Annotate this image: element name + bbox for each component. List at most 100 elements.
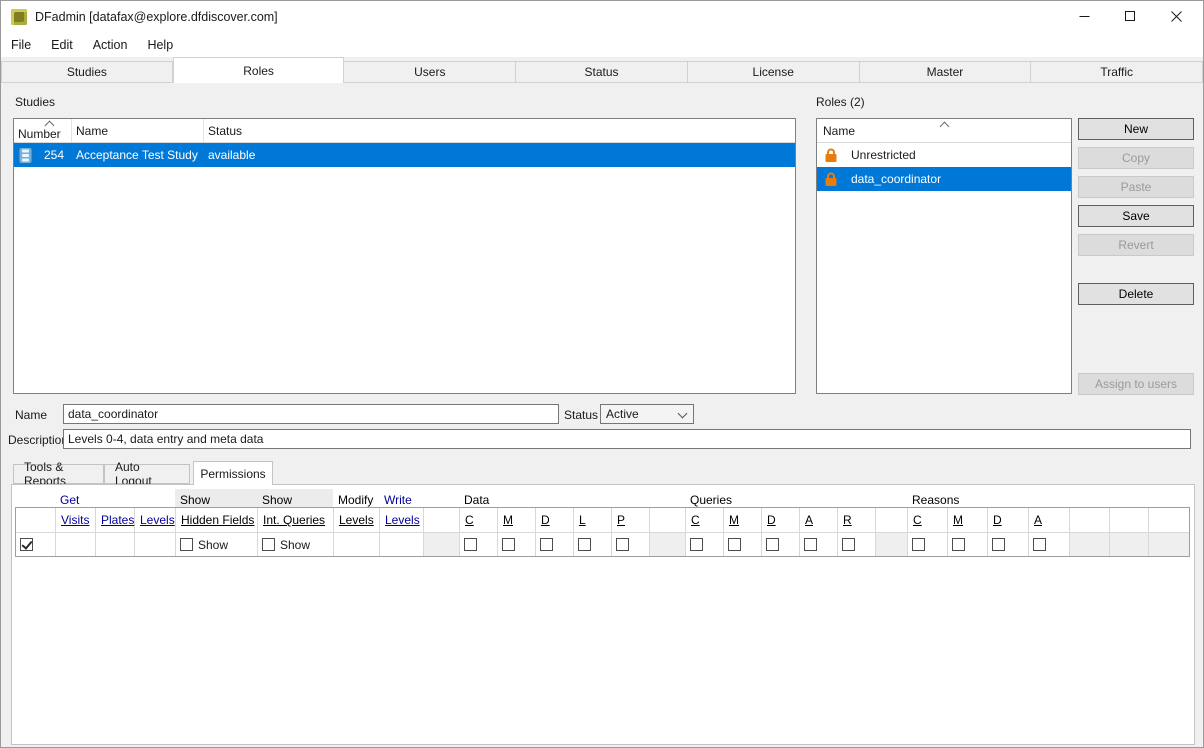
perm-cell-queries-r (838, 533, 876, 556)
perm-header-cell-get-plates: Plates (96, 508, 135, 533)
tab-roles[interactable]: Roles (173, 57, 345, 83)
perm-checkbox-reasons-c[interactable] (912, 538, 925, 551)
revert-button[interactable]: Revert (1078, 234, 1194, 256)
perm-link-queries-r[interactable]: R (843, 513, 852, 527)
subtab-tools-reports[interactable]: Tools & Reports (13, 464, 104, 484)
perm-header-cell-queries-c: C (686, 508, 724, 533)
perm-header-cell-get-levels: Levels (135, 508, 176, 533)
perm-link-reasons-a[interactable]: A (1034, 513, 1042, 527)
perm-link-reasons-m[interactable]: M (953, 513, 963, 527)
perm-link-data-c[interactable]: C (465, 513, 474, 527)
studies-col-name[interactable]: Name (72, 119, 204, 142)
description-label: Description (8, 433, 68, 447)
save-button[interactable]: Save (1078, 205, 1194, 227)
lock-icon (823, 147, 839, 163)
menu-edit[interactable]: Edit (41, 33, 83, 57)
tab-users[interactable]: Users (344, 61, 516, 83)
perm-checkbox-data-m[interactable] (502, 538, 515, 551)
perm-header-cell-sep-1 (424, 508, 460, 533)
menu-bar: File Edit Action Help (1, 33, 1203, 57)
studies-col-status[interactable]: Status (204, 119, 795, 142)
perm-checkbox-queries-a[interactable] (804, 538, 817, 551)
tab-license[interactable]: License (688, 61, 860, 83)
perm-checkbox-reasons-a[interactable] (1033, 538, 1046, 551)
perm-header-cell-queries-a: A (800, 508, 838, 533)
window-controls (1061, 1, 1199, 33)
perm-link-data-m[interactable]: M (503, 513, 513, 527)
perm-link-data-d[interactable]: D (541, 513, 550, 527)
perm-show-checkbox-show-hidden-fields[interactable] (180, 538, 193, 551)
perm-checkbox-data-l[interactable] (578, 538, 591, 551)
perm-group-cell-get-levels (134, 489, 175, 507)
study-row[interactable]: 254 Acceptance Test Study available (14, 143, 795, 167)
paste-button[interactable]: Paste (1078, 176, 1194, 198)
copy-button[interactable]: Copy (1078, 147, 1194, 169)
perm-checkbox-data-d[interactable] (540, 538, 553, 551)
assign-to-users-button[interactable]: Assign to users (1078, 373, 1194, 395)
perm-cell-show-hidden-fields: Show (176, 533, 258, 556)
perm-checkbox-queries-r[interactable] (842, 538, 855, 551)
app-icon (11, 9, 27, 25)
perm-group-get: Get (60, 493, 79, 507)
menu-file[interactable]: File (1, 33, 41, 57)
perm-link-show-int-queries[interactable]: Int. Queries (263, 513, 325, 527)
perm-link-queries-d[interactable]: D (767, 513, 776, 527)
tab-traffic[interactable]: Traffic (1031, 61, 1203, 83)
perm-link-queries-c[interactable]: C (691, 513, 700, 527)
roles-col-name[interactable]: Name (817, 119, 1071, 143)
perm-link-modify-levels[interactable]: Levels (339, 513, 374, 527)
tab-status[interactable]: Status (516, 61, 688, 83)
minimize-button[interactable] (1061, 1, 1107, 31)
tab-master[interactable]: Master (860, 61, 1032, 83)
perm-link-get-levels[interactable]: Levels (140, 513, 175, 527)
permissions-panel: GetShowShowModifyWriteDataQueriesReasons… (11, 484, 1195, 745)
studies-col-number[interactable]: Number (14, 119, 72, 142)
perm-group-cell-queries-c: Queries (685, 489, 723, 507)
perm-cell-queries-d (762, 533, 800, 556)
new-button[interactable]: New (1078, 118, 1194, 140)
tab-studies[interactable]: Studies (1, 61, 173, 83)
maximize-button[interactable] (1107, 1, 1153, 31)
perm-group-modify: Modify (338, 493, 373, 507)
perm-show-checkbox-show-int-queries[interactable] (262, 538, 275, 551)
perm-link-show-hidden-fields[interactable]: Hidden Fields (181, 513, 254, 527)
perm-row-select-checkbox[interactable] (20, 538, 33, 551)
perm-link-data-l[interactable]: L (579, 513, 586, 527)
perm-cell-trail-3 (1149, 533, 1189, 556)
role-row-unrestricted[interactable]: Unrestricted (817, 143, 1071, 167)
perm-checkbox-reasons-d[interactable] (992, 538, 1005, 551)
perm-link-reasons-c[interactable]: C (913, 513, 922, 527)
perm-checkbox-queries-c[interactable] (690, 538, 703, 551)
subtab-permissions[interactable]: Permissions (193, 461, 273, 485)
perm-cell-reasons-m (948, 533, 988, 556)
menu-help[interactable]: Help (137, 33, 183, 57)
subtab-auto-logout[interactable]: Auto Logout (104, 464, 190, 484)
perm-header-cell-data-p: P (612, 508, 650, 533)
perm-cell-get-levels (135, 533, 176, 556)
perm-group-cell-get-plates (95, 489, 134, 507)
perm-link-queries-m[interactable]: M (729, 513, 739, 527)
lock-icon (823, 171, 839, 187)
perm-link-data-p[interactable]: P (617, 513, 625, 527)
close-button[interactable] (1153, 1, 1199, 31)
perm-checkbox-data-p[interactable] (616, 538, 629, 551)
name-input[interactable] (63, 404, 559, 424)
permissions-table: Visits Plates Levels Hidden Fields Int. Quer… (15, 507, 1190, 557)
perm-group-cell-queries-m (723, 489, 761, 507)
perm-link-queries-a[interactable]: A (805, 513, 813, 527)
perm-link-reasons-d[interactable]: D (993, 513, 1002, 527)
perm-link-get-plates[interactable]: Plates (101, 513, 134, 527)
menu-action[interactable]: Action (83, 33, 138, 57)
role-row-data-coordinator[interactable]: data_coordinator (817, 167, 1071, 191)
perm-checkbox-data-c[interactable] (464, 538, 477, 551)
perm-checkbox-queries-d[interactable] (766, 538, 779, 551)
status-select[interactable]: Active (600, 404, 694, 424)
main-content: Studies Number Name Status (1, 83, 1204, 748)
perm-checkbox-queries-m[interactable] (728, 538, 741, 551)
perm-group-cell-trail-3 (1148, 489, 1188, 507)
perm-checkbox-reasons-m[interactable] (952, 538, 965, 551)
perm-link-get-visits[interactable]: Visits (61, 513, 89, 527)
perm-link-write-levels[interactable]: Levels (385, 513, 420, 527)
description-input[interactable] (63, 429, 1191, 449)
delete-button[interactable]: Delete (1078, 283, 1194, 305)
